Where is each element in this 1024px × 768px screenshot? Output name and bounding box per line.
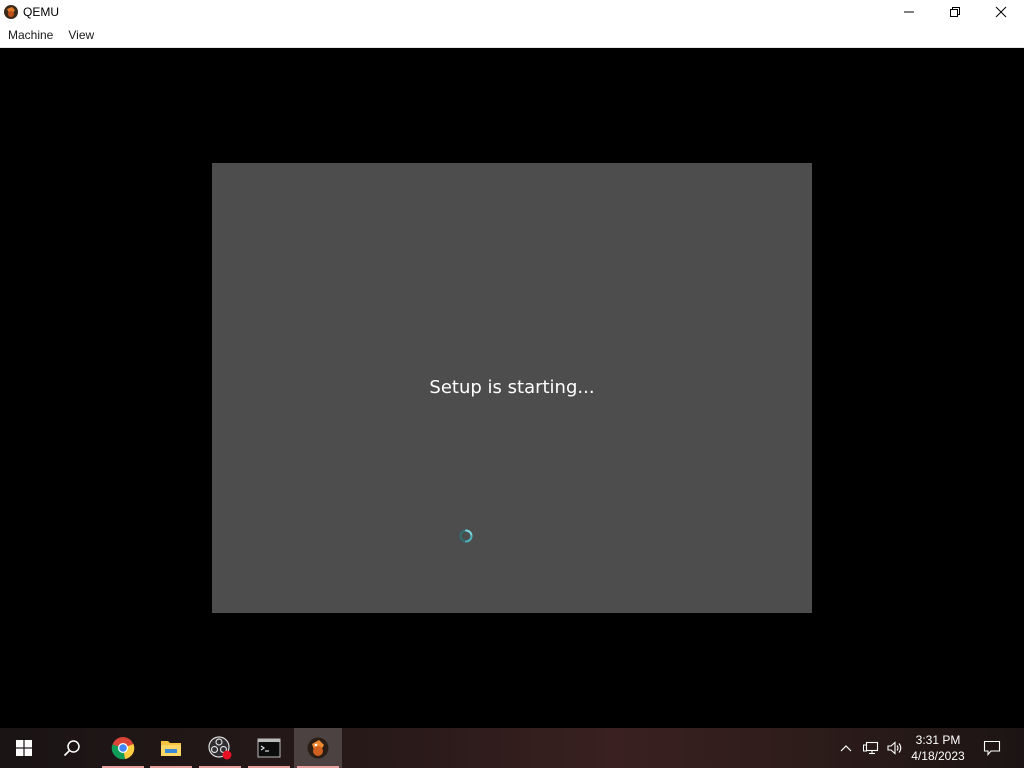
loading-spinner-icon: [459, 529, 473, 543]
restore-icon: [950, 7, 960, 17]
close-icon: [995, 6, 1007, 18]
network-icon: [863, 741, 879, 755]
speaker-icon: [887, 741, 902, 755]
minimize-button[interactable]: [886, 0, 932, 24]
setup-dialog: Setup is starting...: [212, 163, 812, 613]
clock-time: 3:31 PM: [915, 733, 961, 747]
menu-machine[interactable]: Machine: [0, 24, 60, 47]
taskbar-clock[interactable]: 3:31 PM 4/18/2023: [906, 728, 970, 768]
title-bar[interactable]: QEMU: [0, 0, 1024, 24]
volume-button[interactable]: [884, 728, 906, 768]
taskbar-obs[interactable]: [196, 728, 244, 768]
folder-icon: [161, 741, 181, 756]
notification-icon: [983, 740, 1001, 756]
taskbar-terminal[interactable]: [245, 728, 293, 768]
vm-display[interactable]: Setup is starting...: [0, 48, 1024, 728]
qemu-icon: [307, 737, 329, 759]
obs-icon: [208, 736, 232, 760]
chevron-up-icon: [840, 745, 852, 752]
taskbar: 3:31 PM 4/18/2023: [0, 728, 1024, 768]
terminal-icon: [257, 738, 281, 758]
search-icon: [63, 740, 80, 757]
show-hidden-icons-button[interactable]: [836, 728, 856, 768]
menu-view[interactable]: View: [60, 24, 101, 47]
minimize-icon: [904, 11, 914, 13]
close-button[interactable]: [978, 0, 1024, 24]
action-center-button[interactable]: [976, 728, 1008, 768]
window-title: QEMU: [23, 5, 59, 19]
setup-status-text: Setup is starting...: [429, 377, 595, 398]
start-button[interactable]: [0, 728, 48, 768]
restore-button[interactable]: [932, 0, 978, 24]
clock-date: 4/18/2023: [911, 749, 965, 763]
menu-bar: Machine View: [0, 24, 1024, 48]
taskbar-qemu[interactable]: [294, 728, 342, 768]
chrome-icon: [111, 737, 135, 760]
qemu-app-icon[interactable]: [3, 4, 19, 20]
search-button[interactable]: [48, 728, 96, 768]
taskbar-file-explorer[interactable]: [147, 728, 195, 768]
taskbar-chrome[interactable]: [99, 728, 147, 768]
qemu-window: QEMU Machine View Setup is starting...: [0, 0, 1024, 728]
network-button[interactable]: [860, 728, 882, 768]
windows-logo-icon: [16, 740, 32, 756]
